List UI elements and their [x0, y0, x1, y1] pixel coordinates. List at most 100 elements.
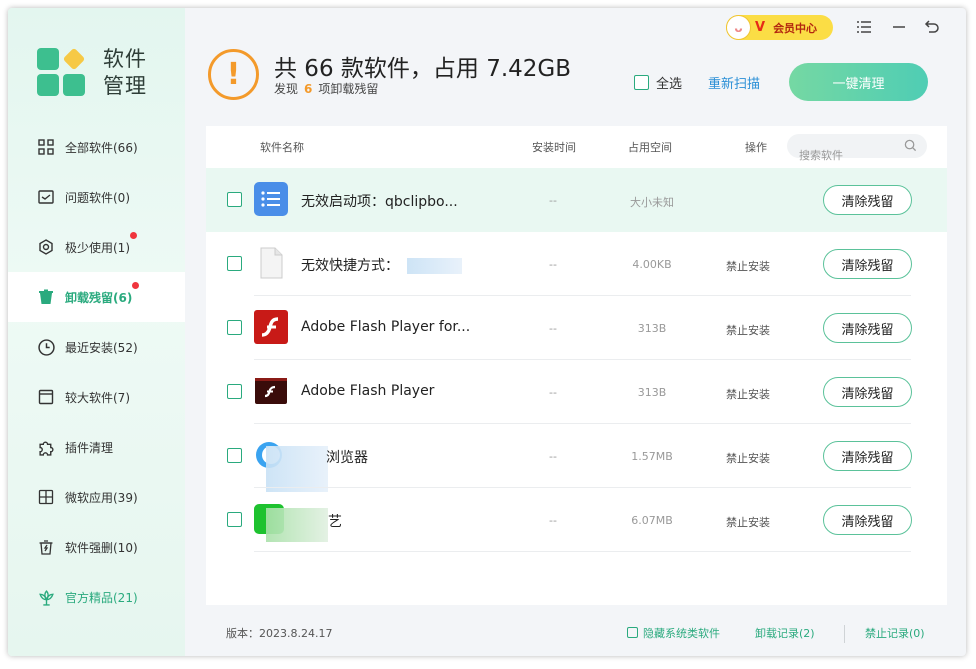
- sidebar-item-plugins[interactable]: 插件清理: [8, 422, 185, 472]
- software-name: Adobe Flash Player: [301, 383, 435, 399]
- sidebar-item-recent[interactable]: 最近安装(52): [8, 322, 185, 372]
- clock-icon: [37, 338, 55, 356]
- block-install-link[interactable]: 禁止安装: [726, 386, 770, 402]
- column-install-time: 安装时间: [532, 141, 576, 154]
- software-table: 软件名称 安装时间 占用空间 操作 搜索软件 无效启动项：qbclipbo...…: [206, 126, 947, 605]
- size-value: 大小未知: [630, 196, 674, 209]
- block-install-link[interactable]: 禁止安装: [726, 450, 770, 466]
- row-checkbox[interactable]: [227, 512, 242, 527]
- grid-icon: [37, 138, 55, 156]
- sidebar-item-label: 极少使用(1): [65, 231, 137, 256]
- install-time: --: [549, 450, 557, 463]
- redacted-text: [407, 258, 462, 274]
- rescan-link[interactable]: 重新扫描: [708, 73, 760, 92]
- block-install-link[interactable]: 禁止安装: [726, 258, 770, 274]
- table-row[interactable]: Adobe Flash Player for... -- 313B 禁止安装 清…: [206, 296, 947, 360]
- notification-dot: [132, 281, 140, 289]
- software-name: Adobe Flash Player for...: [301, 319, 471, 335]
- redacted-image: [266, 446, 328, 492]
- search-icon[interactable]: [904, 139, 917, 155]
- software-name: 艺: [328, 514, 342, 530]
- list-app-icon: [254, 182, 288, 216]
- header: ᴗ V 会员中心 ! 共 66 款软件，占用 7.42GB 发现 6 项卸载残留 全…: [185, 8, 966, 126]
- table-row[interactable]: 无效快捷方式： -- 4.00KB 禁止安装 清除残留: [206, 232, 947, 296]
- page-subtitle: 发现 6 项卸载残留: [274, 82, 379, 96]
- search-placeholder: 搜索软件: [799, 149, 843, 162]
- sidebar-nav: 全部软件(66) 问题软件(0) 极少使用(1) 卸载残留(6) 最近安装(52…: [8, 122, 185, 622]
- app-window: 软件 管理 全部软件(66) 问题软件(0) 极少使用(1) 卸载残留(6) 最…: [8, 8, 966, 656]
- table-row[interactable]: 艺 -- 6.07MB 禁止安装 清除残留: [206, 488, 947, 552]
- clear-residue-button[interactable]: 清除残留: [823, 441, 912, 471]
- row-checkbox[interactable]: [227, 192, 242, 207]
- force-delete-icon: [37, 538, 55, 556]
- table-row[interactable]: Adobe Flash Player -- 313B 禁止安装 清除残留: [206, 360, 947, 424]
- column-name: 软件名称: [260, 141, 304, 154]
- flash-dark-icon: [254, 374, 288, 408]
- block-install-link[interactable]: 禁止安装: [726, 322, 770, 338]
- vip-label: 会员中心: [773, 21, 818, 35]
- back-icon[interactable]: [922, 17, 942, 37]
- checkbox[interactable]: [627, 627, 638, 638]
- file-icon: [254, 246, 288, 280]
- checkbox[interactable]: [634, 75, 649, 90]
- sidebar-item-label: 问题软件(0): [65, 190, 130, 205]
- install-time: --: [549, 258, 557, 271]
- table-row[interactable]: 无效启动项：qbclipbo... -- 大小未知 清除残留: [206, 168, 947, 232]
- search-input[interactable]: 搜索软件: [787, 134, 927, 162]
- hide-system-label: 隐藏系统类软件: [643, 627, 720, 640]
- redacted-image: [266, 508, 328, 542]
- puzzle-icon: [37, 438, 55, 456]
- windows-icon: [37, 488, 55, 506]
- box-icon: [37, 388, 55, 406]
- flash-icon: [254, 310, 288, 344]
- select-all-checkbox[interactable]: 全选: [634, 73, 682, 92]
- clear-residue-button[interactable]: 清除残留: [823, 185, 912, 215]
- sidebar-item-official[interactable]: 官方精品(21): [8, 572, 185, 622]
- clear-residue-button[interactable]: 清除残留: [823, 313, 912, 343]
- sidebar-item-all[interactable]: 全部软件(66): [8, 122, 185, 172]
- uninstall-log-link[interactable]: 卸载记录(2): [755, 625, 815, 641]
- app-logo: [37, 47, 87, 98]
- row-checkbox[interactable]: [227, 448, 242, 463]
- block-log-link[interactable]: 禁止记录(0): [865, 625, 925, 641]
- sidebar-item-rarely-used[interactable]: 极少使用(1): [8, 222, 185, 272]
- sidebar-item-microsoft[interactable]: 微软应用(39): [8, 472, 185, 522]
- block-install-link[interactable]: 禁止安装: [726, 514, 770, 530]
- sidebar-item-label: 插件清理: [65, 440, 114, 455]
- menu-icon[interactable]: [854, 17, 874, 37]
- one-click-clean-button[interactable]: 一键清理: [789, 63, 928, 101]
- footer: 版本：2023.8.24.17 隐藏系统类软件 卸载记录(2) 禁止记录(0): [185, 605, 966, 656]
- minimize-icon[interactable]: [889, 17, 909, 37]
- sidebar-item-uninstall-residue[interactable]: 卸载残留(6): [8, 272, 185, 322]
- size-value: 6.07MB: [631, 514, 673, 527]
- notification-dot: [130, 231, 137, 239]
- clear-residue-button[interactable]: 清除残留: [823, 377, 912, 407]
- sidebar-item-large[interactable]: 较大软件(7): [8, 372, 185, 422]
- sidebar-item-label: 较大软件(7): [65, 390, 130, 405]
- size-value: 313B: [637, 386, 667, 399]
- sidebar: 软件 管理 全部软件(66) 问题软件(0) 极少使用(1) 卸载残留(6) 最…: [8, 8, 185, 656]
- software-name: 无效启动项：qbclipbo...: [301, 194, 458, 210]
- vip-center-button[interactable]: ᴗ V 会员中心: [726, 15, 833, 40]
- app-title-line2: 管理: [103, 74, 147, 98]
- clear-residue-button[interactable]: 清除残留: [823, 249, 912, 279]
- sidebar-item-label: 卸载残留(6): [65, 281, 140, 306]
- size-value: 1.57MB: [631, 450, 673, 463]
- row-checkbox[interactable]: [227, 384, 242, 399]
- size-value: 4.00KB: [632, 258, 672, 271]
- warning-icon: !: [208, 49, 259, 100]
- residue-count: 6: [304, 82, 313, 96]
- column-action: 操作: [745, 141, 767, 154]
- row-checkbox[interactable]: [227, 320, 242, 335]
- table-row[interactable]: 浏览器 -- 1.57MB 禁止安装 清除残留: [206, 424, 947, 492]
- sidebar-item-label: 软件强删(10): [65, 540, 138, 555]
- warning-box-icon: [37, 188, 55, 206]
- hide-system-checkbox[interactable]: 隐藏系统类软件: [627, 625, 720, 641]
- clear-residue-button[interactable]: 清除残留: [823, 505, 912, 535]
- install-time: --: [549, 386, 557, 399]
- sidebar-item-force-delete[interactable]: 软件强删(10): [8, 522, 185, 572]
- rabbit-avatar-icon: ᴗ: [726, 15, 751, 40]
- sidebar-item-problem[interactable]: 问题软件(0): [8, 172, 185, 222]
- page-title: 共 66 款软件，占用 7.42GB: [274, 56, 572, 82]
- row-checkbox[interactable]: [227, 256, 242, 271]
